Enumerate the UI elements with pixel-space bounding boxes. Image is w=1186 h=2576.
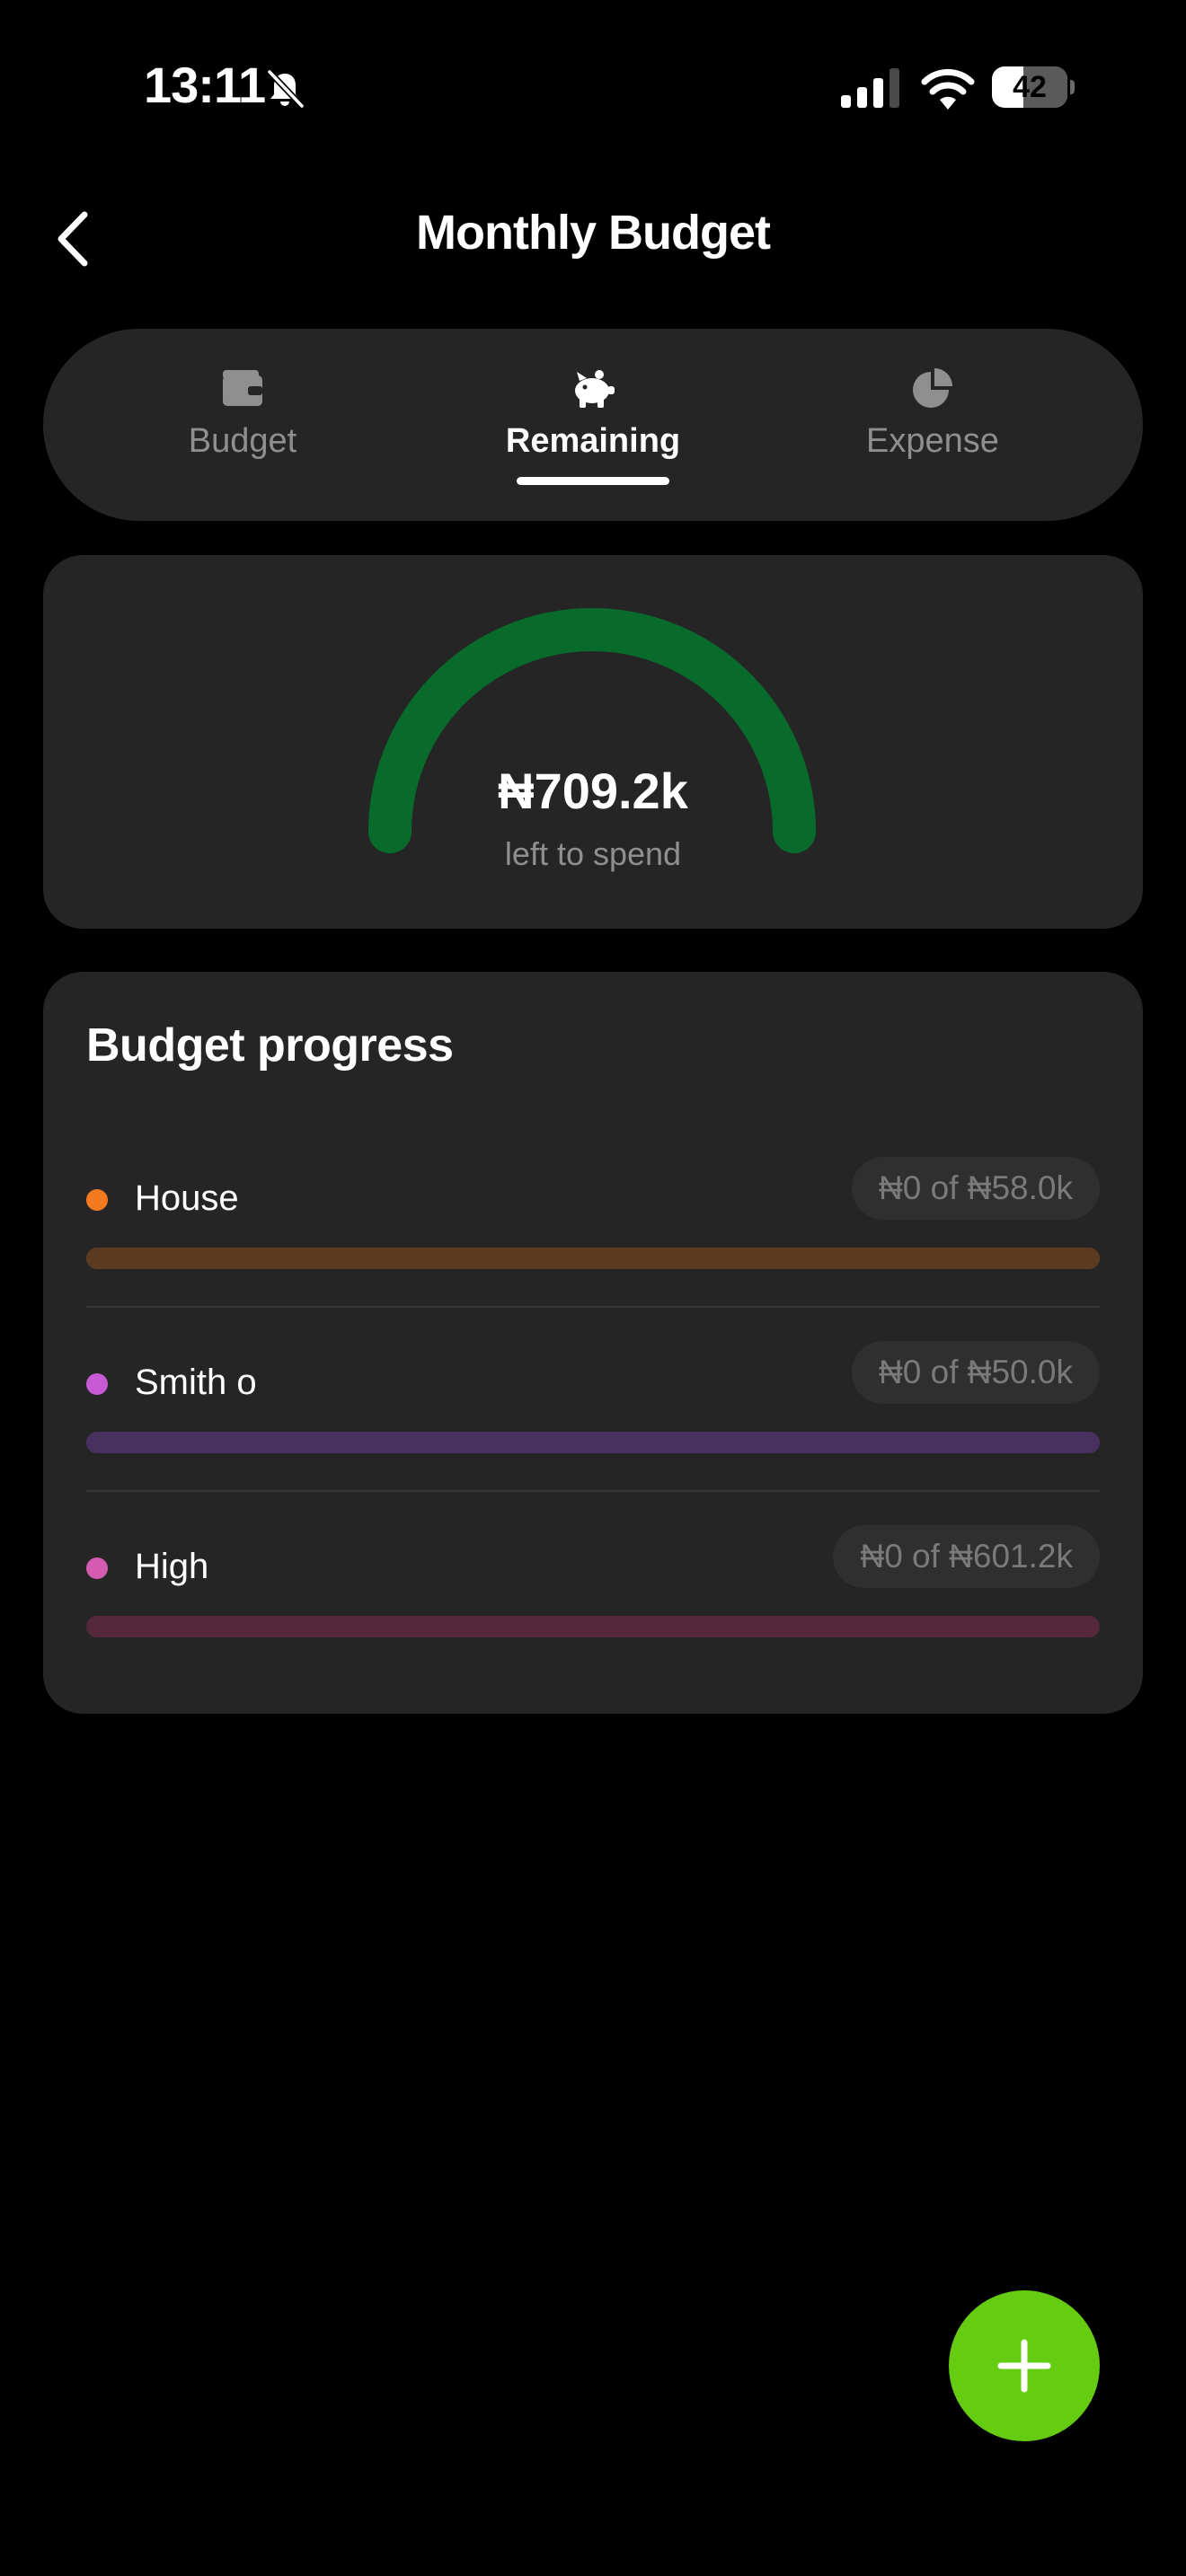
category-name: High	[135, 1547, 209, 1586]
progress-track	[86, 1248, 1100, 1269]
bell-slash-icon	[266, 68, 305, 110]
wifi-icon	[921, 68, 975, 110]
tab-expense-label: Expense	[866, 422, 999, 460]
budget-row-high[interactable]: High ₦0 of ₦601.2k	[86, 1525, 1100, 1709]
add-button[interactable]	[949, 2290, 1100, 2441]
budget-progress-card: Budget progress House ₦0 of ₦58.0k Smith…	[43, 972, 1143, 1714]
amount-badge: ₦0 of ₦58.0k	[852, 1157, 1100, 1220]
signal-icon	[841, 68, 899, 108]
page-title: Monthly Budget	[416, 206, 771, 260]
tab-budget-label: Budget	[188, 422, 297, 460]
row-divider	[86, 1306, 1100, 1308]
tab-budget[interactable]: Budget	[81, 329, 404, 521]
tab-expense[interactable]: Expense	[771, 329, 1094, 521]
battery-level-text: 42	[1013, 70, 1047, 104]
tab-remaining[interactable]: Remaining	[431, 329, 755, 521]
row-divider	[86, 1490, 1100, 1492]
tab-remaining-label: Remaining	[505, 422, 681, 460]
category-dot	[86, 1373, 108, 1395]
category-dot	[86, 1189, 108, 1211]
category-dot	[86, 1557, 108, 1579]
progress-track	[86, 1432, 1100, 1453]
amount-badge: ₦0 of ₦50.0k	[852, 1341, 1100, 1404]
budget-row-smith-o[interactable]: Smith o ₦0 of ₦50.0k	[86, 1341, 1100, 1525]
pie-chart-icon	[913, 368, 952, 408]
tab-bar: Budget Remaining Expense	[43, 329, 1143, 521]
battery-icon: 42	[992, 66, 1075, 108]
status-time: 13:11	[144, 57, 266, 113]
piggy-bank-icon	[575, 370, 615, 408]
budget-row-house[interactable]: House ₦0 of ₦58.0k	[86, 1157, 1100, 1341]
status-bar: 13:11 42	[0, 0, 1186, 171]
wallet-icon	[223, 370, 262, 406]
remaining-amount: ₦709.2k	[498, 763, 688, 819]
plus-icon	[997, 2339, 1051, 2393]
category-name: House	[135, 1178, 239, 1218]
active-tab-indicator	[517, 477, 669, 485]
category-name: Smith o	[135, 1363, 257, 1402]
remaining-gauge-card: ₦709.2k left to spend	[43, 555, 1143, 929]
budget-progress-title: Budget progress	[86, 1019, 454, 1072]
remaining-caption: left to spend	[504, 835, 682, 872]
amount-badge: ₦0 of ₦601.2k	[833, 1525, 1100, 1588]
progress-track	[86, 1616, 1100, 1637]
